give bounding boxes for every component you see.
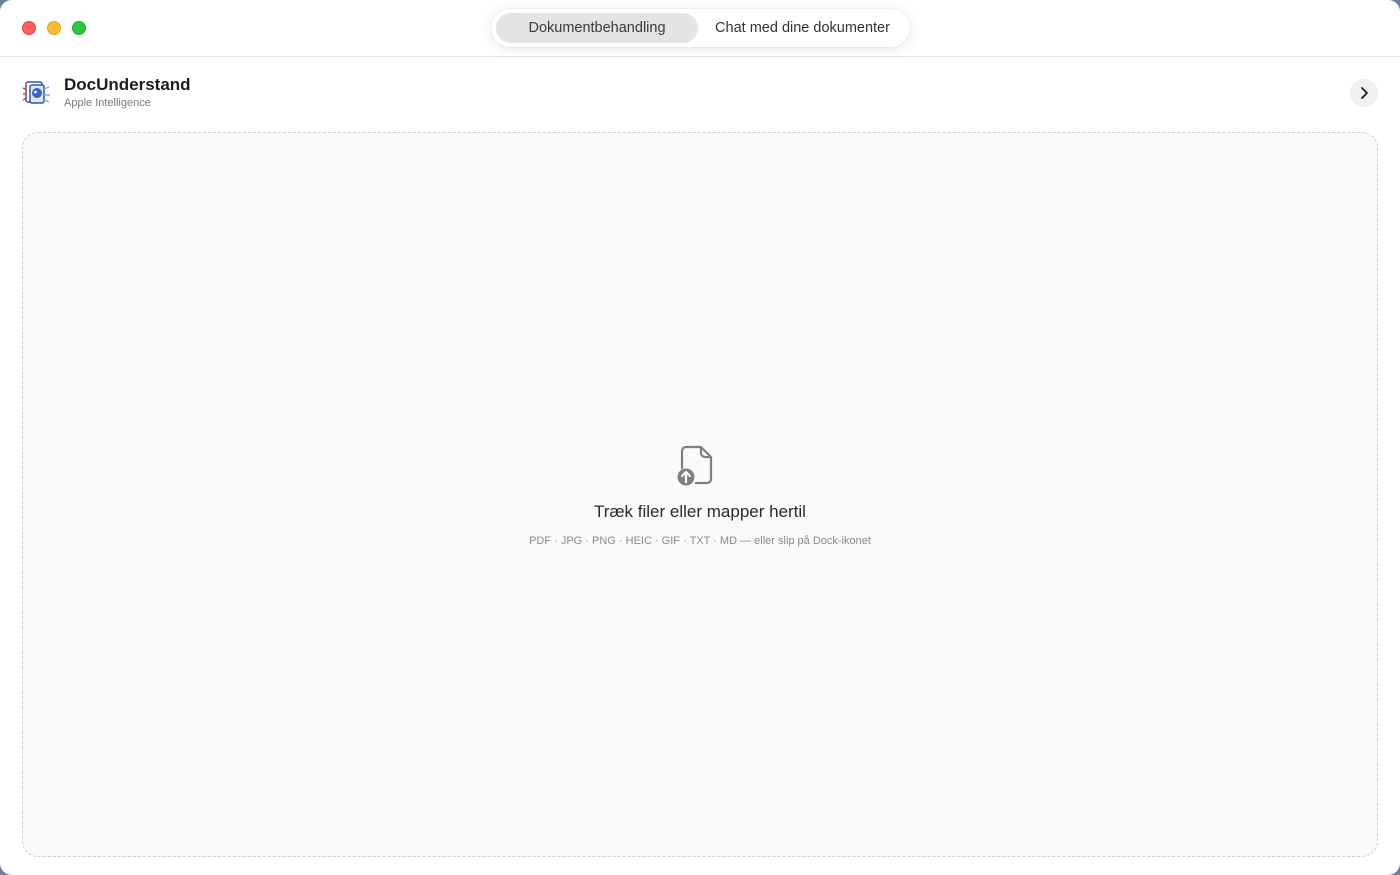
drop-zone-title: Træk filer eller mapper hertil (594, 502, 806, 521)
tab-chat[interactable]: Chat med dine dokumenter (700, 13, 905, 43)
tab-dokumentbehandling[interactable]: Dokumentbehandling (496, 13, 698, 43)
drop-zone-formats: PDF · JPG · PNG · HEIC · GIF · TXT · MD … (529, 535, 871, 547)
expand-button[interactable] (1350, 79, 1378, 107)
app-logo-icon (22, 81, 50, 104)
document-upload-icon (677, 445, 713, 486)
app-window: Dokumentbehandling Chat med dine dokumen… (0, 0, 1400, 875)
close-icon[interactable] (22, 21, 36, 35)
chevron-right-icon (1361, 87, 1368, 99)
mode-switcher: Dokumentbehandling Chat med dine dokumen… (491, 9, 910, 47)
maximize-icon[interactable] (72, 21, 86, 35)
drop-zone[interactable] (22, 132, 1378, 857)
app-name: DocUnderstand (64, 75, 191, 94)
app-subtitle: Apple Intelligence (64, 97, 151, 109)
app-header: DocUnderstand Apple Intelligence (0, 57, 1400, 129)
minimize-icon[interactable] (47, 21, 61, 35)
title-bar: Dokumentbehandling Chat med dine dokumen… (0, 0, 1400, 57)
